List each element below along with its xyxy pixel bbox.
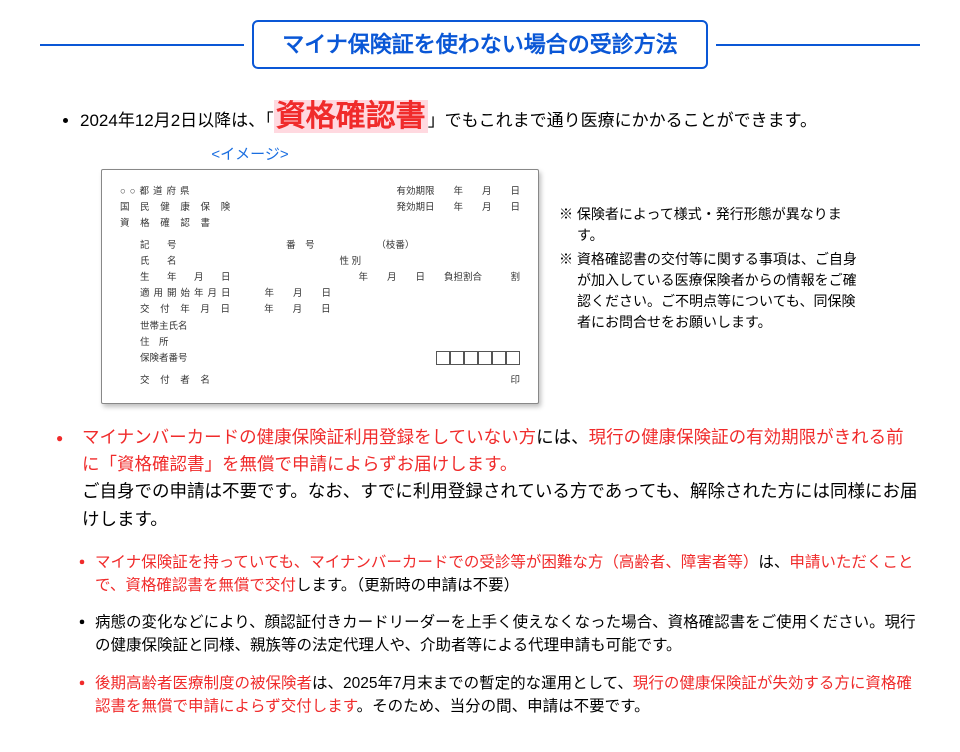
card-r7: 住 所 <box>120 335 520 351</box>
card-r5a: 交 付 年 月 日 <box>140 302 234 318</box>
card-l2a: 国 民 健 康 保 険 <box>120 200 234 216</box>
sub-2: 病態の変化などにより、顔認証付きカードリーダーを上手く使えなくなった場合、資格確… <box>95 611 920 658</box>
mb-mid: には、 <box>536 427 589 447</box>
note-2: ※ 資格確認書の交付等に関する事項は、ご自身が加入している医療保険者からの情報を… <box>559 249 859 333</box>
card-r5b: 年 月 日 <box>234 302 520 318</box>
card-r2a: 氏 名 <box>140 254 181 270</box>
rule-right <box>716 44 920 46</box>
note-1: ※ 保険者によって様式・発行形態が異なります。 <box>559 204 859 246</box>
s3a: 後期高齢者医療制度の被保険者 <box>95 675 312 692</box>
top-post: 」でもこれまで通り医療にかかることができます。 <box>428 111 817 130</box>
title-box: マイナ保険証を使わない場合の受診方法 <box>252 20 708 69</box>
card-r3a: 生 年 月 日 <box>140 270 235 286</box>
s1a: マイナ保険証を持っていても、マイナンバーカードでの受診等が困難な方（高齢者、障害… <box>95 554 758 571</box>
card-r1a: 記 号 <box>140 238 181 254</box>
top-highlight: 資格確認書 <box>274 100 428 133</box>
mb-red1: マイナンバーカードの健康保険証利用登録をしていない方 <box>82 427 536 447</box>
card-l1a: ○○都道府県 <box>120 184 193 200</box>
card-r4a: 適用開始年月日 <box>140 286 235 302</box>
top-bullet: 2024年12月2日以降は、「資格確認書」でもこれまで通り医療にかかることができ… <box>80 94 920 139</box>
card-l3: 資 格 確 認 書 <box>120 216 520 232</box>
card-r1b: 番 号 （枝番） <box>181 238 520 254</box>
middle-row: ○○都道府県 有効期限 年 月 日 国 民 健 康 保 険 発効期日 年 月 日 資… <box>40 169 920 405</box>
sub-3: 後期高齢者医療制度の被保険者は、2025年7月末までの暫定的な運用として、現行の… <box>95 672 920 719</box>
card-l2b: 発効期日 年 月 日 <box>396 200 520 216</box>
card-r3b: 年 月 日 負担割合 割 <box>328 270 520 286</box>
card-l1b: 有効期限 年 月 日 <box>396 184 520 200</box>
mb-p2: ご自身での申請は不要です。なお、すでに利用登録されている方であっても、解除された… <box>82 481 917 528</box>
sub-bullets: マイナ保険証を持っていても、マイナンバーカードでの受診等が困難な方（高齢者、障害… <box>40 551 920 598</box>
rule-left <box>40 44 244 46</box>
sample-card: ○○都道府県 有効期限 年 月 日 国 民 健 康 保 険 発効期日 年 月 日 資… <box>101 169 539 405</box>
top-pre: 2024年12月2日以降は、「 <box>80 111 274 130</box>
s1b: は、 <box>758 554 789 571</box>
card-r4b: 年 月 日 <box>235 286 520 302</box>
sub-bullets-b: 病態の変化などにより、顔認証付きカードリーダーを上手く使えなくなった場合、資格確… <box>40 611 920 658</box>
sub-bullets-c: 後期高齢者医療制度の被保険者は、2025年7月末までの暫定的な運用として、現行の… <box>40 672 920 719</box>
main-bullet: マイナンバーカードの健康保険証利用登録をしていない方には、現行の健康保険証の有効… <box>40 424 920 533</box>
card-r6: 世帯主氏名 <box>120 319 520 335</box>
card-r9a: 交 付 者 名 <box>140 373 214 389</box>
image-label: <イメージ> <box>150 144 350 167</box>
card-r2b: 性 別 <box>181 254 520 270</box>
s3d: 。そのため、当分の間、申請は不要です。 <box>357 698 650 715</box>
top-bullet-list: 2024年12月2日以降は、「資格確認書」でもこれまで通り医療にかかることができ… <box>40 94 920 139</box>
s3b: は、2025年7月末までの暫定的な運用として、 <box>312 675 633 692</box>
title-bar: マイナ保険証を使わない場合の受診方法 <box>40 20 920 69</box>
side-notes: ※ 保険者によって様式・発行形態が異なります。 ※ 資格確認書の交付等に関する事… <box>559 204 859 336</box>
sub-1: マイナ保険証を持っていても、マイナンバーカードでの受診等が困難な方（高齢者、障害… <box>95 551 920 598</box>
s1d: します。（更新時の申請は不要） <box>296 577 519 594</box>
card-r9b: 印 <box>510 373 520 389</box>
number-boxes <box>436 351 520 365</box>
card-r8: 保険者番号 <box>140 351 188 367</box>
